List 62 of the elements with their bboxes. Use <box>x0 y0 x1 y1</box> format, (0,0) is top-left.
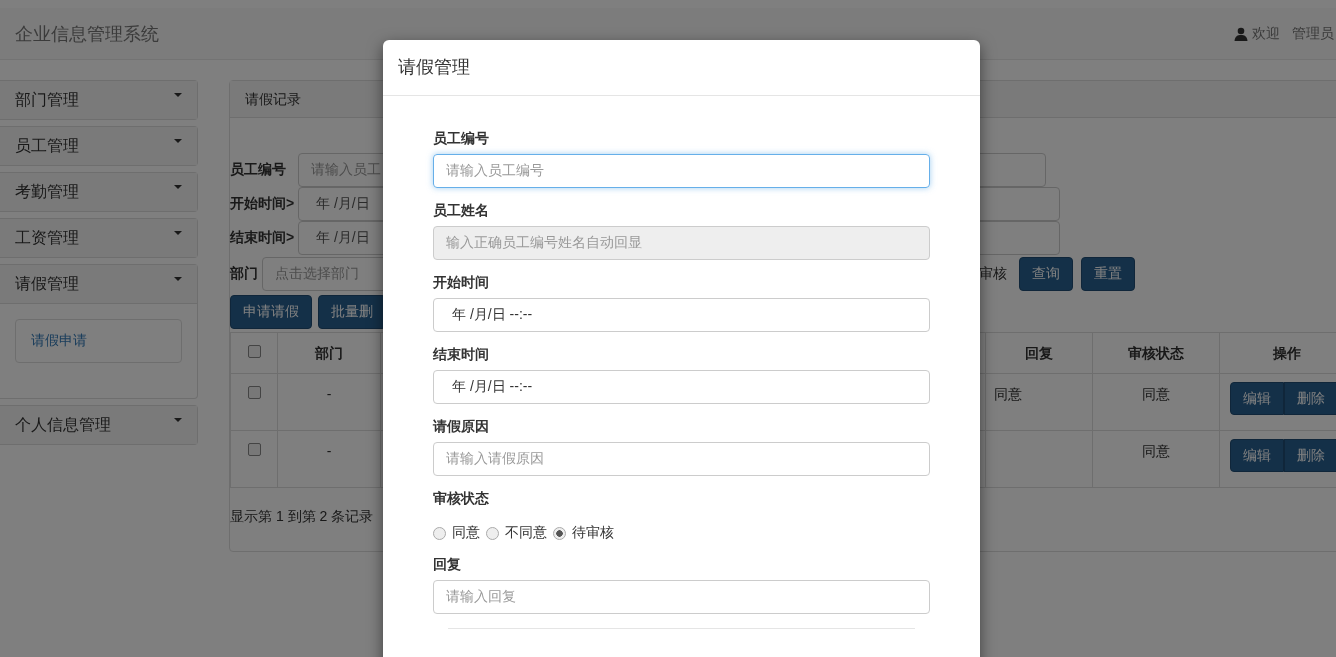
field-label: 员工姓名 <box>433 202 490 220</box>
datetime-field[interactable]: 年 /月/日 --:-- <box>433 298 930 332</box>
welcome-text: 欢迎 <box>1252 24 1280 43</box>
row-button[interactable]: 删除 <box>1284 382 1336 415</box>
sidebar-item[interactable]: 部门管理 <box>0 81 197 119</box>
radio-label: 不同意 <box>505 524 547 542</box>
field-label: 结束时间 <box>433 346 490 364</box>
brand-title[interactable]: 企业信息管理系统 <box>15 21 159 46</box>
field-label: 开始时间 <box>433 274 490 292</box>
checkbox[interactable] <box>247 345 261 358</box>
sidebar-item[interactable]: 请假管理 <box>0 265 197 303</box>
datetime-field[interactable]: 年 /月/日 --:-- <box>433 370 930 404</box>
field-label: 审核状态 <box>433 490 490 508</box>
modal-title: 请假管理 <box>383 40 980 96</box>
sidebar-item[interactable]: 员工管理 <box>0 127 197 165</box>
caret-icon <box>174 231 182 235</box>
table-cell: - <box>326 386 332 402</box>
column-header: 审核状态 <box>1128 345 1184 361</box>
row-button[interactable]: 编辑 <box>1230 382 1284 415</box>
sidebar-item[interactable]: 个人信息管理 <box>0 406 197 444</box>
table-cell: - <box>326 443 332 459</box>
field-label: 回复 <box>433 556 462 574</box>
checkbox[interactable] <box>247 386 261 399</box>
input-field[interactable]: 请输入请假原因 <box>433 442 930 476</box>
filter-label: 员工编号 <box>230 161 287 179</box>
field-label: 请假原因 <box>433 418 490 436</box>
row-button[interactable]: 删除 <box>1284 439 1336 472</box>
caret-icon <box>174 139 182 143</box>
table-cell: 同意 <box>994 386 1022 402</box>
field-label: 员工编号 <box>433 130 490 148</box>
caret-icon <box>174 185 182 189</box>
column-header: 操作 <box>1273 345 1301 361</box>
radio-label: 同意 <box>452 524 480 542</box>
input-field[interactable]: 请输入员工编号 <box>433 154 930 188</box>
user-name[interactable]: 管理员 <box>1292 24 1334 43</box>
table-cell: 同意 <box>1142 386 1170 402</box>
filter-label: 结束时间> <box>230 229 296 247</box>
sidebar-subitem[interactable]: 请假申请 <box>15 319 182 363</box>
sidebar-item[interactable]: 考勤管理 <box>0 173 197 211</box>
filter-button[interactable]: 查询 <box>1019 257 1073 291</box>
caret-icon <box>174 277 182 281</box>
sidebar-item[interactable]: 工资管理 <box>0 219 197 257</box>
checkbox[interactable] <box>247 443 261 456</box>
input-field[interactable]: 请输入回复 <box>433 580 930 614</box>
caret-icon <box>174 418 182 422</box>
radio-label: 待审核 <box>572 524 614 542</box>
status-option-text: 审核 <box>979 265 1007 283</box>
action-button[interactable]: 申请请假 <box>230 295 312 329</box>
radio-button[interactable] <box>553 526 566 540</box>
action-button[interactable]: 批量删 <box>318 295 386 329</box>
caret-icon <box>174 93 182 97</box>
column-header: 回复 <box>1025 345 1053 361</box>
radio-button[interactable] <box>433 526 446 540</box>
table-cell: 同意 <box>1142 443 1170 459</box>
filter-label: 部门 <box>230 265 259 283</box>
filter-button[interactable]: 重置 <box>1081 257 1135 291</box>
radio-button[interactable] <box>486 526 499 540</box>
user-icon <box>1234 26 1248 41</box>
pagination-info: 显示第 1 到第 2 条记录 <box>230 508 375 526</box>
row-button[interactable]: 编辑 <box>1230 439 1284 472</box>
column-header: 部门 <box>315 345 343 361</box>
filter-label: 开始时间> <box>230 195 296 213</box>
